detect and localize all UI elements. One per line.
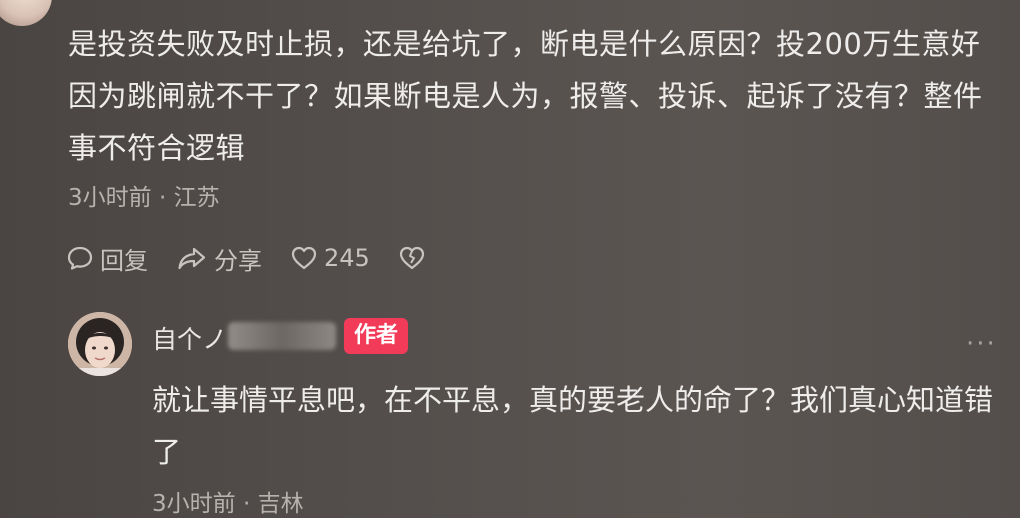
- comment-actions: 回复 分享 245: [66, 238, 460, 278]
- reply-button[interactable]: 回复: [66, 241, 148, 276]
- heart-icon: [291, 246, 317, 270]
- reply-label: 回复: [100, 246, 148, 275]
- share-arrow-icon: [178, 247, 206, 270]
- reply-author-avatar[interactable]: [68, 312, 132, 376]
- broken-heart-icon: [399, 246, 424, 270]
- share-button[interactable]: 分享: [176, 241, 262, 276]
- comment-meta: 3小时前 · 江苏: [68, 185, 220, 211]
- comment-bubble-icon: [67, 246, 93, 270]
- commenter-avatar[interactable]: [0, 0, 52, 26]
- more-dots-icon[interactable]: ···: [966, 331, 997, 357]
- reply-meta: 3小时前 · 吉林: [152, 491, 304, 517]
- like-count: 245: [324, 244, 370, 272]
- reply-text: 就让事情平息吧，在不平息，真的要老人的命了？我们真心知道错了: [152, 383, 994, 469]
- share-label: 分享: [214, 246, 262, 275]
- comment-text: 是投资失败及时止损，还是给坑了，断电是什么原因？投200万生意好因为跳闸就不干了…: [68, 27, 983, 165]
- dislike-button[interactable]: [398, 244, 432, 272]
- name-redaction: [228, 322, 336, 350]
- reply-author-name[interactable]: 自个ノ: [152, 320, 227, 356]
- author-badge: 作者: [344, 318, 409, 354]
- avatar-portrait-icon: [68, 312, 132, 376]
- like-button[interactable]: 245: [290, 244, 370, 272]
